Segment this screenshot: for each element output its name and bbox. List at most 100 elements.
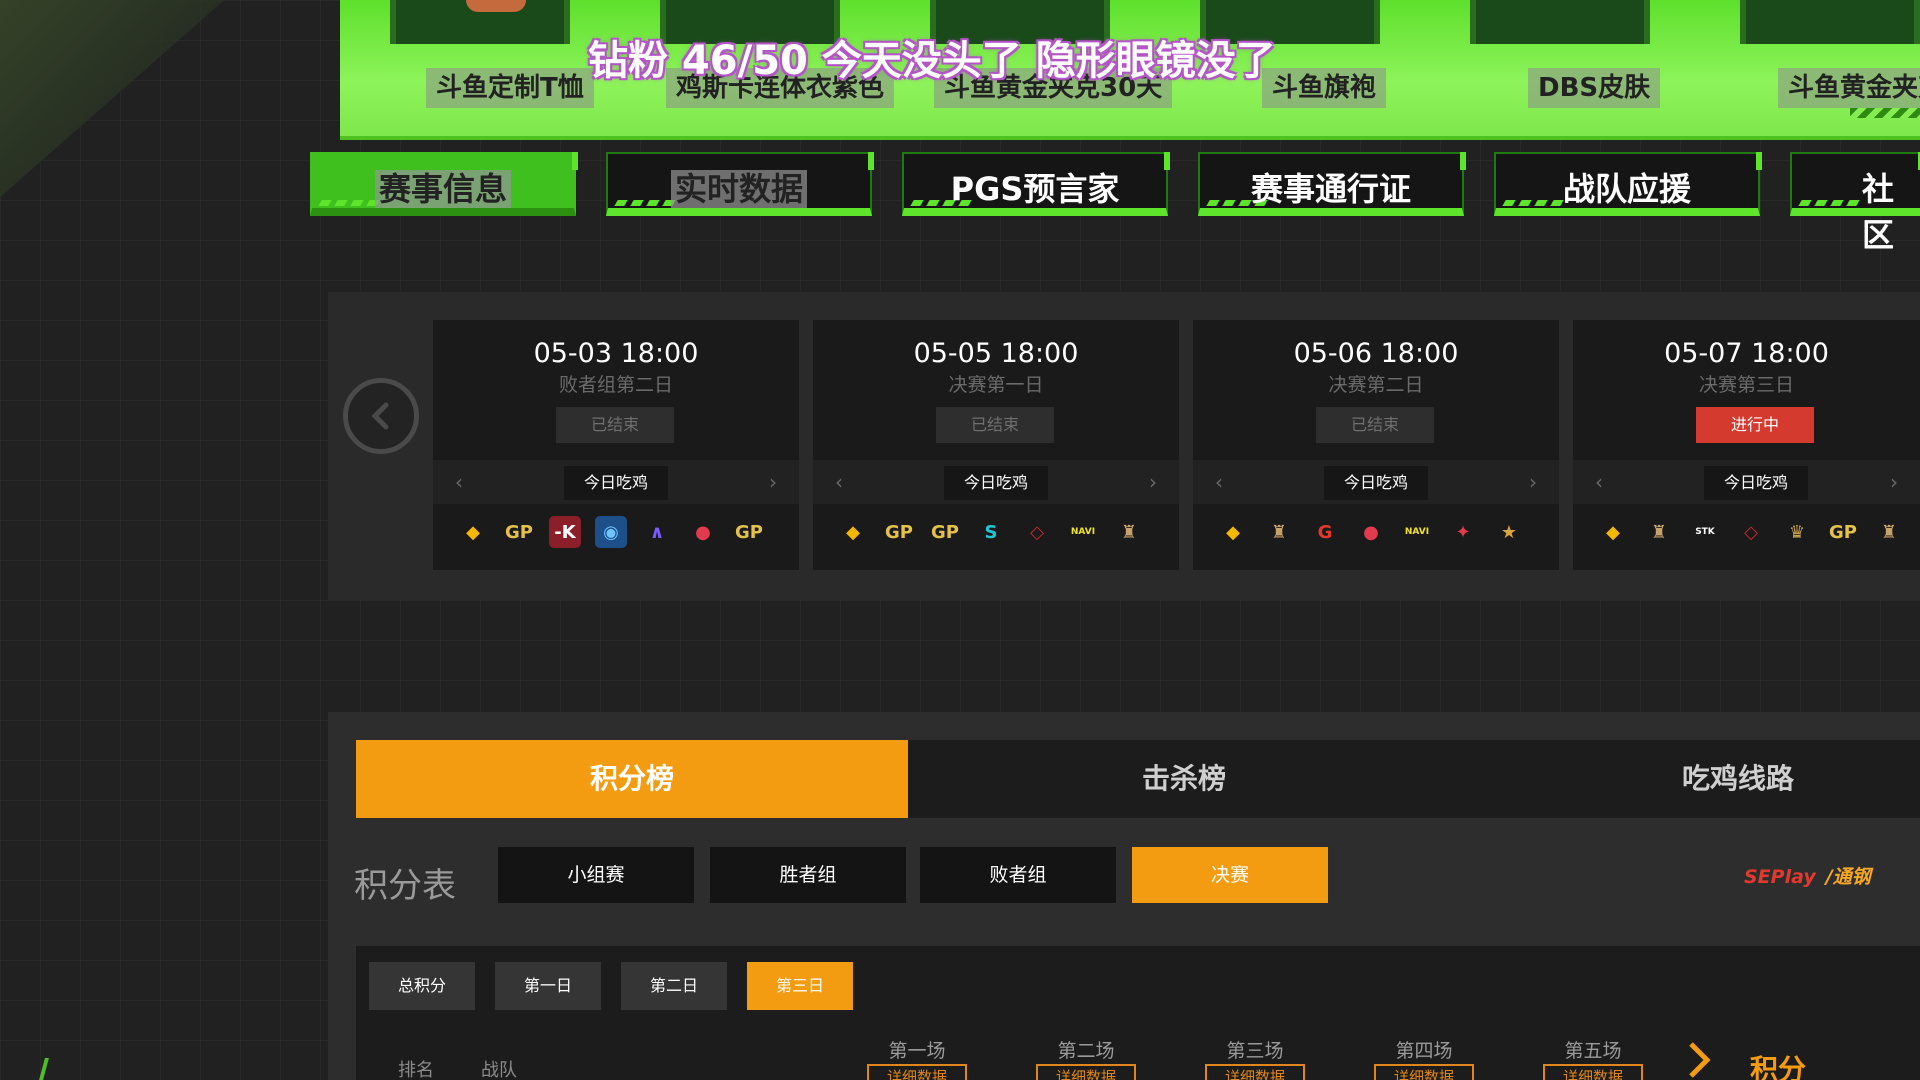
tab-label: 社区 <box>1862 170 1895 254</box>
round-detail-button[interactable]: 详细数据 <box>1543 1064 1643 1080</box>
day-tab-3[interactable]: 第三日 <box>747 962 853 1010</box>
team-logo-icon: ◆ <box>466 521 480 543</box>
match-card[interactable]: 05-07 18:00 决赛第三日 进行中 ‹ 今日吃鸡 › ◆ ♜ STK ◇ ♛ GP ♜ <box>1573 320 1920 570</box>
round-detail-button[interactable]: 详细数据 <box>1374 1064 1474 1080</box>
tab-event-info[interactable]: 赛事信息 <box>310 152 578 216</box>
team-logo-icon: NAVI <box>1404 527 1430 537</box>
round-detail-button[interactable]: 详细数据 <box>1205 1064 1305 1080</box>
prize-item[interactable]: 斗鱼黄金夹克 <box>1690 0 1920 140</box>
rounds-next-arrow[interactable] <box>1685 1040 1715 1080</box>
team-logo-row: ◆ GP GP S ◇ NAVI ♜ <box>837 516 1145 548</box>
round-header: 第一场 <box>888 1040 946 1062</box>
tab-label: 赛事通行证 <box>1250 170 1411 208</box>
team-logo-icon: ✦ <box>1455 521 1471 543</box>
prize-image <box>1740 0 1920 44</box>
team-logo-row: ◆ ♜ G ● NAVI ✦ ★ <box>1217 516 1525 548</box>
team-logo-icon: GP <box>1829 521 1857 543</box>
tab-drop-route[interactable]: 吃鸡线路 <box>1460 740 1920 818</box>
tab-label: 赛事信息 <box>374 170 511 208</box>
match-status-badge[interactable]: 已结束 <box>556 407 674 443</box>
team-logo-icon: ♜ <box>1120 521 1138 543</box>
day-tab-2[interactable]: 第二日 <box>621 962 727 1010</box>
team-logo-icon: ♛ <box>1788 521 1806 543</box>
stream-overlay-text: 钻粉 46/50 今天没头了 隐形眼镜没了 <box>588 38 1276 84</box>
tab-label: 战队应援 <box>1562 170 1691 208</box>
prize-label: DBS皮肤 <box>1528 68 1661 108</box>
match-status-badge[interactable]: 进行中 <box>1696 407 1814 443</box>
tab-team-support[interactable]: 战队应援 <box>1494 152 1762 216</box>
match-stage: 决赛第二日 <box>1328 374 1424 396</box>
round-header: 第二场 <box>1057 1040 1115 1062</box>
match-status-badge[interactable]: 已结束 <box>1316 407 1434 443</box>
match-date: 05-03 18:00 <box>533 338 699 369</box>
team-logo-icon: ◆ <box>846 521 860 543</box>
prize-item[interactable]: 斗鱼定制T恤 <box>340 0 594 140</box>
day-tab-total[interactable]: 总积分 <box>369 962 475 1010</box>
team-logo-icon: ◇ <box>1744 521 1758 543</box>
tab-kills[interactable]: 击杀榜 <box>908 740 1460 818</box>
schedule-prev-button[interactable] <box>343 378 419 454</box>
team-logo-icon: STK <box>1695 527 1715 537</box>
team-logo-icon: NAVI <box>1070 527 1096 537</box>
tab-points[interactable]: 积分榜 <box>356 740 908 818</box>
chevron-left-icon[interactable]: ‹ <box>455 470 463 494</box>
chevron-left-icon[interactable]: ‹ <box>835 470 843 494</box>
round-detail-button[interactable]: 详细数据 <box>1036 1064 1136 1080</box>
team-logo-icon: GP <box>735 521 763 543</box>
winner-tag: 今日吃鸡 <box>1704 466 1808 500</box>
tab-community[interactable]: 社区 <box>1790 152 1920 254</box>
winner-bar: ‹ 今日吃鸡 › <box>1573 460 1920 504</box>
prize-label: 斗鱼旗袍 <box>1262 68 1387 108</box>
prize-image <box>1470 0 1650 44</box>
stage-tab-final[interactable]: 决赛 <box>1132 847 1328 903</box>
round-detail-button[interactable]: 详细数据 <box>867 1064 967 1080</box>
team-logo-icon: ● <box>1363 521 1379 543</box>
section-title: 积分表 <box>354 866 456 906</box>
stage-tab-losers[interactable]: 败者组 <box>920 847 1116 903</box>
tab-predictor[interactable]: PGS预言家 <box>902 152 1170 216</box>
tab-label: PGS预言家 <box>950 170 1120 208</box>
day-tab-1[interactable]: 第一日 <box>495 962 601 1010</box>
match-date: 05-06 18:00 <box>1293 338 1459 369</box>
column-score: 积分 <box>1750 1053 1807 1080</box>
winner-bar: ‹ 今日吃鸡 › <box>433 460 799 504</box>
match-date: 05-07 18:00 <box>1664 338 1829 369</box>
team-logo-icon: ★ <box>1500 521 1518 543</box>
match-card[interactable]: 05-03 18:00 败者组第二日 已结束 ‹ 今日吃鸡 › ◆ GP -K ◉ ∧ ● GP <box>433 320 799 570</box>
stage-tab-winners[interactable]: 胜者组 <box>710 847 906 903</box>
match-status-badge[interactable]: 已结束 <box>936 407 1054 443</box>
tab-live-data[interactable]: 实时数据 <box>606 152 874 216</box>
match-card[interactable]: 05-05 18:00 决赛第一日 已结束 ‹ 今日吃鸡 › ◆ GP GP S ◇ NAVI ♜ <box>813 320 1179 570</box>
team-logo-icon: S <box>984 521 998 543</box>
chevron-right-icon[interactable]: › <box>1529 470 1537 494</box>
match-stage: 决赛第一日 <box>948 374 1044 396</box>
chevron-right-icon[interactable]: › <box>769 470 777 494</box>
team-logo-row: ◆ GP -K ◉ ∧ ● GP <box>457 516 765 548</box>
prize-label: 斗鱼黄金夹克 <box>1778 68 1920 108</box>
team-logo-icon: G <box>1317 521 1333 543</box>
team-logo-icon: ● <box>695 521 711 543</box>
winner-tag: 今日吃鸡 <box>564 466 668 500</box>
winner-bar: ‹ 今日吃鸡 › <box>1193 460 1559 504</box>
match-stage: 决赛第三日 <box>1698 374 1794 396</box>
match-card[interactable]: 05-06 18:00 决赛第二日 已结束 ‹ 今日吃鸡 › ◆ ♜ G ● NAVI ✦ ★ <box>1193 320 1559 570</box>
team-logo-icon: ∧ <box>649 521 665 543</box>
stage-tab-group[interactable]: 小组赛 <box>498 847 694 903</box>
prize-item[interactable]: DBS皮肤 <box>1420 0 1661 140</box>
team-logo-icon: ◆ <box>1606 521 1620 543</box>
match-date: 05-05 18:00 <box>913 338 1079 369</box>
column-rank: 排名 <box>398 1060 434 1080</box>
tab-pass[interactable]: 赛事通行证 <box>1198 152 1466 216</box>
sponsor-logo: SEPlay/通钢 <box>1744 866 1871 888</box>
chevron-left-icon[interactable]: ‹ <box>1595 470 1603 494</box>
chevron-left-icon[interactable]: ‹ <box>1215 470 1223 494</box>
winner-tag: 今日吃鸡 <box>1324 466 1428 500</box>
team-logo-icon: ♜ <box>1880 521 1898 543</box>
team-logo-icon: ♜ <box>1270 521 1288 543</box>
team-logo-row: ◆ ♜ STK ◇ ♛ GP ♜ <box>1597 516 1905 548</box>
round-header: 第五场 <box>1564 1040 1622 1062</box>
chevron-right-icon[interactable]: › <box>1149 470 1157 494</box>
team-logo-icon: GP <box>885 521 913 543</box>
chevron-right-icon[interactable]: › <box>1890 470 1898 494</box>
winner-tag: 今日吃鸡 <box>944 466 1048 500</box>
